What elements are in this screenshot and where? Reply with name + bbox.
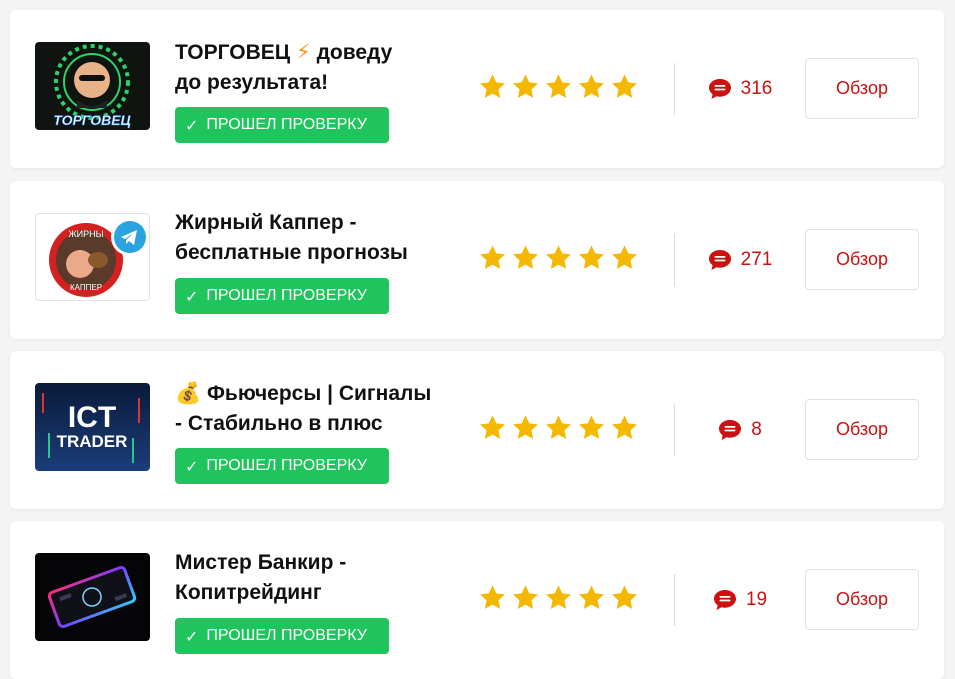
verified-badge: ✓ ПРОШЕЛ ПРОВЕРКУ <box>175 107 389 143</box>
rating-stars <box>478 72 639 101</box>
channel-logo[interactable]: ТОРГОВЕЦ <box>35 42 150 130</box>
comment-icon <box>708 79 731 99</box>
channel-title-text: бесплатные прогнозы <box>175 241 408 264</box>
channel-title-text: доведу <box>316 41 393 64</box>
star-icon <box>480 245 505 269</box>
checkmark-icon: ✓ <box>185 115 199 135</box>
comment-icon <box>719 420 742 440</box>
verified-badge-label: ПРОШЕЛ ПРОВЕРКУ <box>206 627 367 644</box>
channel-title-text: Жирный Каппер - <box>175 211 357 234</box>
star-icon <box>480 585 505 609</box>
channel-card[interactable]: ЖИРНЫ КАППЕР Жирный Каппер - бесплатные … <box>10 181 944 339</box>
channel-logo[interactable]: ЖИРНЫ КАППЕР <box>35 213 150 301</box>
comments-count[interactable]: 271 <box>675 245 805 275</box>
review-button[interactable]: Обзор <box>805 569 919 630</box>
lightning-icon: ⚡ <box>295 40 311 64</box>
channel-title[interactable]: Жирный Каппер - бесплатные прогнозы <box>175 208 465 268</box>
svg-text:КАППЕР: КАППЕР <box>70 283 102 292</box>
star-icon <box>612 585 637 609</box>
comments-count[interactable]: 316 <box>675 74 805 104</box>
star-icon <box>579 585 604 609</box>
star-icon <box>579 74 604 98</box>
comments-count-value: 316 <box>740 78 773 99</box>
channel-title[interactable]: 💰 Фьючерсы | Сигналы - Стабильно в плюс <box>175 378 465 439</box>
rating-stars <box>478 583 639 612</box>
rating-stars <box>478 243 639 272</box>
channel-title[interactable]: Мистер Банкир - Копитрейдинг <box>175 548 465 608</box>
verified-badge-label: ПРОШЕЛ ПРОВЕРКУ <box>206 116 367 133</box>
channel-logo-image <box>35 553 150 641</box>
channel-logo-image: ЖИРНЫ КАППЕР <box>36 214 149 300</box>
review-button[interactable]: Обзор <box>805 229 919 290</box>
telegram-icon <box>111 218 149 256</box>
star-icon <box>513 585 538 609</box>
star-icon <box>612 74 637 98</box>
comments-count-value: 271 <box>740 249 773 270</box>
channel-logo[interactable] <box>35 553 150 641</box>
review-button[interactable]: Обзор <box>805 58 919 119</box>
comments-count[interactable]: 8 <box>675 415 805 445</box>
comment-icon <box>708 250 731 270</box>
channel-title-text: Мистер Банкир - <box>175 551 347 574</box>
verified-badge: ✓ ПРОШЕЛ ПРОВЕРКУ <box>175 618 389 654</box>
svg-text:ICT: ICT <box>68 401 116 434</box>
verified-badge-label: ПРОШЕЛ ПРОВЕРКУ <box>206 457 367 474</box>
channel-title-text: Фьючерсы | Сигналы <box>207 382 432 405</box>
star-icon <box>579 245 604 269</box>
comments-count-value: 19 <box>745 589 768 610</box>
star-icon <box>480 74 505 98</box>
review-button[interactable]: Обзор <box>805 399 919 460</box>
svg-text:ТОРГОВЕЦ: ТОРГОВЕЦ <box>53 112 131 128</box>
star-icon <box>546 585 571 609</box>
channel-logo[interactable]: ICT TRADER <box>35 383 150 471</box>
comments-count[interactable]: 19 <box>675 585 805 615</box>
star-icon <box>480 415 505 439</box>
verified-badge: ✓ ПРОШЕЛ ПРОВЕРКУ <box>175 448 389 484</box>
star-icon <box>546 415 571 439</box>
star-icon <box>579 415 604 439</box>
svg-text:TRADER: TRADER <box>57 432 128 451</box>
verified-badge: ✓ ПРОШЕЛ ПРОВЕРКУ <box>175 278 389 314</box>
star-icon <box>513 415 538 439</box>
star-icon <box>612 245 637 269</box>
channel-title[interactable]: ТОРГОВЕЦ ⚡ доведу до результата! <box>175 37 465 98</box>
channel-card[interactable]: ICT TRADER 💰 Фьючерсы | Сигналы - Стабил… <box>10 351 944 509</box>
channel-card[interactable]: ТОРГОВЕЦ ТОРГОВЕЦ ⚡ доведу до результата… <box>10 10 944 168</box>
channel-list: ТОРГОВЕЦ ТОРГОВЕЦ ⚡ доведу до результата… <box>0 0 955 679</box>
channel-logo-image: ICT TRADER <box>35 383 150 471</box>
channel-title-text: до результата! <box>175 71 329 94</box>
channel-logo-image: ТОРГОВЕЦ <box>35 42 150 130</box>
star-icon <box>546 74 571 98</box>
channel-title-text: Копитрейдинг <box>175 581 322 604</box>
svg-text:ЖИРНЫ: ЖИРНЫ <box>68 229 103 239</box>
checkmark-icon: ✓ <box>185 456 199 476</box>
channel-card[interactable]: Мистер Банкир - Копитрейдинг ✓ ПРОШЕЛ ПР… <box>10 521 944 679</box>
comments-count-value: 8 <box>751 419 762 440</box>
money-bag-icon: 💰 <box>175 381 202 405</box>
channel-title-text: ТОРГОВЕЦ <box>175 41 291 64</box>
checkmark-icon: ✓ <box>185 286 199 306</box>
star-icon <box>513 74 538 98</box>
comment-icon <box>713 590 736 610</box>
star-icon <box>612 415 637 439</box>
checkmark-icon: ✓ <box>185 626 199 646</box>
channel-title-text: - Стабильно в плюс <box>175 412 383 435</box>
star-icon <box>513 245 538 269</box>
verified-badge-label: ПРОШЕЛ ПРОВЕРКУ <box>206 287 367 304</box>
rating-stars <box>478 413 639 442</box>
star-icon <box>546 245 571 269</box>
